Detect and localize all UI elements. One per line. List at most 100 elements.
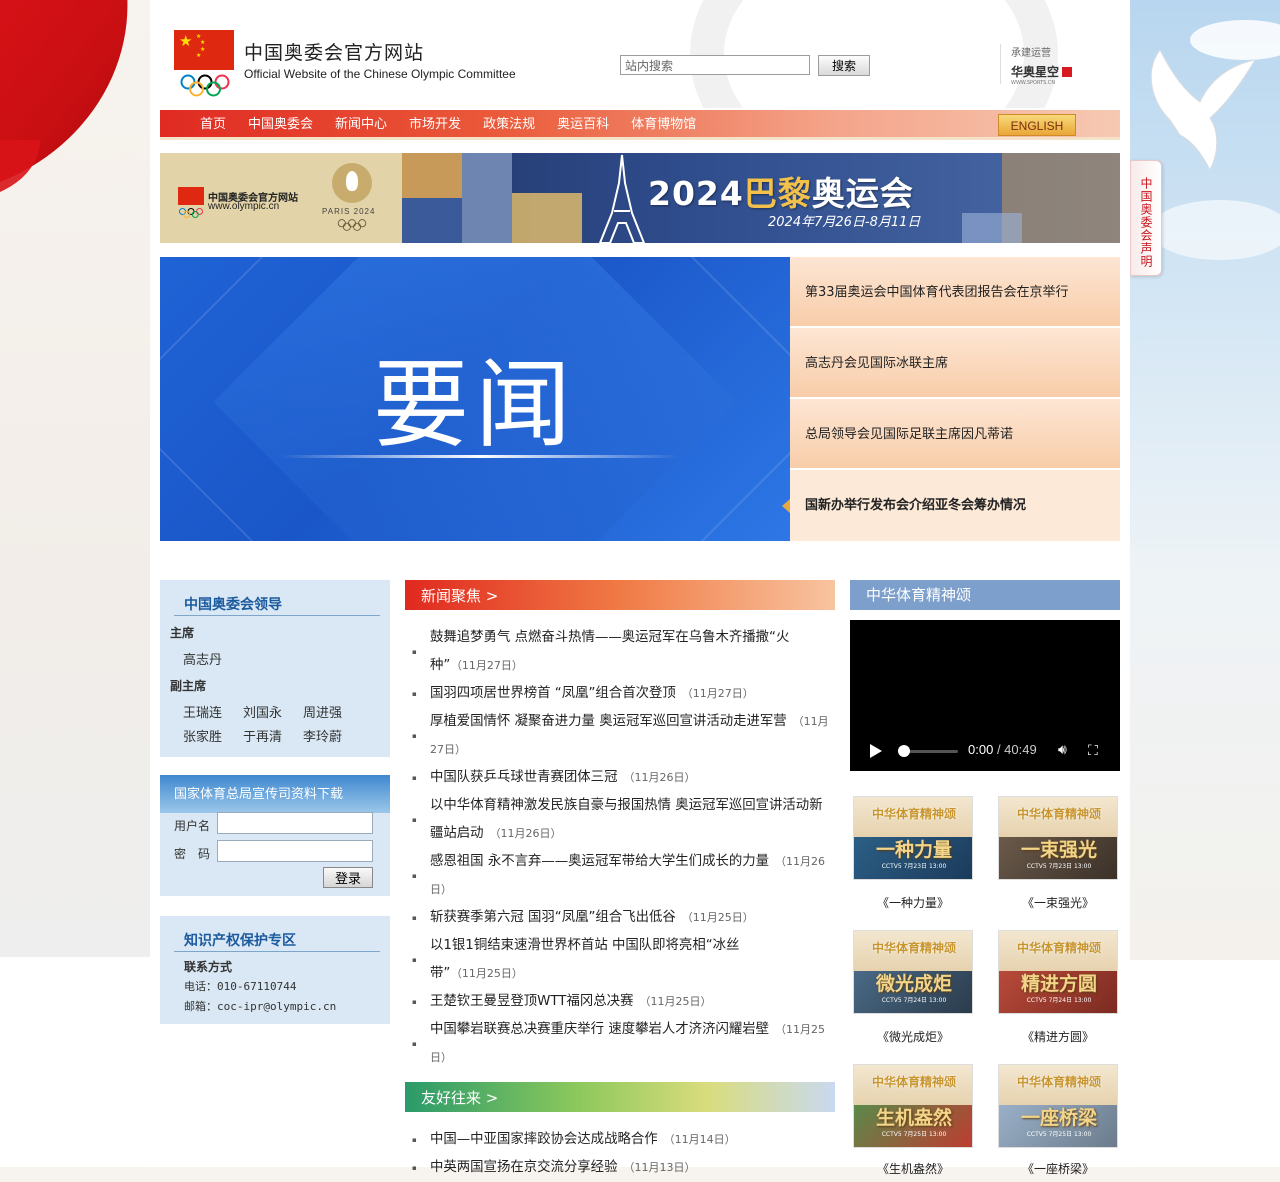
banner-site-url: www.olympic.cn (208, 201, 280, 212)
headline-item[interactable]: 高志丹会见国际冰联主席 (790, 328, 1120, 399)
login-button[interactable]: 登录 (323, 867, 373, 888)
operator-logo[interactable]: 承建运营 华奥星空 WWW.SPORTS.CN (1000, 44, 1111, 86)
coc-statement-tab[interactable]: 中国奥委会声明 (1130, 160, 1162, 276)
paris-banner-title: 2024巴黎奥运会 (648, 174, 914, 213)
nav-item-policy[interactable]: 政策法规 (483, 110, 535, 140)
video-thumbnail[interactable]: 中华体育精神颂 一束强光 CCTV5 7月23日 13:00 (998, 796, 1118, 880)
china-flag-icon (178, 187, 204, 205)
headline-slider: 要闻 第33届奥运会中国体育代表团报告会在京举行 高志丹会见国际冰联主席 总局领… (160, 257, 1120, 541)
friendship-item[interactable]: 中国—中亚国家摔跤协会达成战略合作（11月14日） (412, 1126, 830, 1154)
video-progress-handle[interactable] (898, 745, 910, 757)
video-thumbnail[interactable]: 中华体育精神颂 生机盎然 CCTV5 7月25日 13:00 (853, 1064, 973, 1148)
news-item[interactable]: 感恩祖国 永不言弃——奥运冠军带给大学生们成长的力量（11月26日） (412, 848, 830, 904)
headline-image-text: 要闻 (373, 349, 577, 461)
video-player[interactable]: 0:00 / 40:49 🔊︎ ⛶ (850, 620, 1120, 771)
vice-chair-name[interactable]: 王瑞连 (183, 702, 222, 721)
friendship-item[interactable]: 中英两国宣扬在京交流分享经验（11月13日） (412, 1154, 830, 1182)
video-thumbnail[interactable]: 中华体育精神颂 一种力量 CCTV5 7月23日 13:00 (853, 796, 973, 880)
friendship-list: 中国—中亚国家摔跤协会达成战略合作（11月14日） 中英两国宣扬在京交流分享经验… (412, 1126, 830, 1182)
page-container: ★ ★ ★ ★ ★ 中国奥委会官方网站 Official Website of … (150, 0, 1130, 1182)
operator-brand: 华奥星空 (1011, 65, 1060, 79)
news-item[interactable]: 鼓舞追梦勇气 点燃奋斗热情——奥运冠军在乌鲁木齐播撒“火种”（11月27日） (412, 624, 830, 680)
news-item[interactable]: 斩获赛季第六冠 国羽“凤凰”组合飞出低谷（11月25日） (412, 904, 830, 932)
headline-image[interactable]: 要闻 (160, 257, 790, 541)
contact-email[interactable]: 邮箱：coc-ipr@olympic.cn (184, 998, 336, 1014)
operator-mark-icon (1062, 66, 1073, 77)
ip-protection-box: 知识产权保护专区 联系方式 电话：010-67110744 邮箱：coc-ipr… (160, 916, 390, 1024)
thumbnail-caption[interactable]: 《微光成炬》 (853, 1028, 973, 1045)
search-button[interactable]: 搜索 (818, 55, 870, 76)
nav-item-news[interactable]: 新闻中心 (335, 110, 387, 140)
chair-name[interactable]: 高志丹 (183, 649, 222, 668)
headline-item-active[interactable]: 国新办举行发布会介绍亚冬会筹办情况 (782, 470, 1120, 541)
site-title: 中国奥委会官方网站 (244, 42, 425, 64)
vice-chair-name[interactable]: 周进强 (303, 702, 342, 721)
vice-chair-label: 副主席 (170, 679, 207, 693)
headline-list: 第33届奥运会中国体育代表团报告会在京举行 高志丹会见国际冰联主席 总局领导会见… (782, 257, 1120, 541)
site-header: ★ ★ ★ ★ ★ 中国奥委会官方网站 Official Website of … (150, 0, 1130, 108)
news-item[interactable]: 王楚钦王曼昱登顶WTT福冈总决赛（11月25日） (412, 988, 830, 1016)
news-item[interactable]: 以1银1铜结束速滑世界杯首站 中国队即将亮相“冰丝带”（11月25日） (412, 932, 830, 988)
operator-url: WWW.SPORTS.CN (1011, 80, 1056, 86)
english-button[interactable]: ENGLISH (998, 114, 1076, 136)
thumbnail-caption[interactable]: 《一束强光》 (998, 894, 1118, 911)
main-nav: 首页 中国奥委会 新闻中心 市场开发 政策法规 奥运百科 体育博物馆 ENGLI… (160, 110, 1120, 140)
thumbnail-caption[interactable]: 《一座桥梁》 (998, 1160, 1118, 1177)
paris-2024-banner[interactable]: 中国奥委会官方网站 www.olympic.cn PARIS 2024 2024… (160, 153, 1120, 243)
video-time: 0:00 / 40:49 (968, 742, 1037, 757)
thumbnail-caption[interactable]: 《生机盎然》 (853, 1160, 973, 1177)
paris-flame-icon (332, 163, 372, 203)
site-subtitle: Official Website of the Chinese Olympic … (244, 67, 516, 81)
news-item[interactable]: 厚植爱国情怀 凝聚奋进力量 奥运冠军巡回宣讲活动走进军营（11月27日） (412, 708, 830, 764)
vice-chair-name[interactable]: 于再清 (243, 726, 282, 745)
olympic-rings-icon (337, 219, 367, 231)
vice-chair-name[interactable]: 张家胜 (183, 726, 222, 745)
contact-phone: 电话：010-67110744 (184, 980, 297, 993)
search-input[interactable] (620, 55, 810, 75)
background-right-sky (1130, 0, 1280, 960)
nav-item-coc[interactable]: 中国奥委会 (248, 110, 313, 140)
news-focus-header[interactable]: 新闻聚焦 > (405, 580, 835, 610)
nav-item-home[interactable]: 首页 (200, 110, 226, 140)
vice-chair-name[interactable]: 刘国永 (243, 702, 282, 721)
username-label: 用户名 (174, 819, 211, 833)
headline-item[interactable]: 第33届奥运会中国体育代表团报告会在京举行 (790, 257, 1120, 328)
password-label: 密 码 (174, 847, 211, 861)
volume-icon[interactable]: 🔊︎ (1058, 742, 1067, 758)
sports-spirit-header[interactable]: 中华体育精神颂 (850, 580, 1120, 610)
site-search: 搜索 (620, 55, 870, 76)
eiffel-tower-icon (598, 154, 646, 243)
news-item[interactable]: 以中华体育精神激发民族自豪与报国热情 奥运冠军巡回宣讲活动新疆站启动（11月26… (412, 792, 830, 848)
china-flag-icon: ★ ★ ★ ★ ★ (174, 30, 234, 70)
olympic-rings-icon (180, 74, 230, 97)
password-input[interactable] (217, 840, 373, 862)
nav-item-encyclopedia[interactable]: 奥运百科 (557, 110, 609, 140)
thumbnail-caption[interactable]: 《精进方圆》 (998, 1028, 1118, 1045)
nav-item-marketing[interactable]: 市场开发 (409, 110, 461, 140)
paris-2024-label: PARIS 2024 (322, 207, 376, 216)
username-input[interactable] (217, 812, 373, 834)
contact-label: 联系方式 (184, 960, 233, 974)
news-focus-list: 鼓舞追梦勇气 点燃奋斗热情——奥运冠军在乌鲁木齐播撒“火种”（11月27日） 国… (412, 624, 830, 1072)
play-icon[interactable] (870, 744, 882, 758)
olympic-rings-icon (179, 208, 203, 218)
thumbnail-caption[interactable]: 《一种力量》 (853, 894, 973, 911)
paris-banner-dates: 2024年7月26日-8月11日 (768, 215, 921, 230)
headline-item[interactable]: 总局领导会见国际足联主席因凡蒂诺 (790, 399, 1120, 470)
vice-chair-name[interactable]: 李玲蔚 (303, 726, 342, 745)
video-thumbnail[interactable]: 中华体育精神颂 一座桥梁 CCTV5 7月25日 13:00 (998, 1064, 1118, 1148)
leaders-box: 中国奥委会领导 主席 高志丹 副主席 王瑞连 刘国永 周进强 张家胜 于再清 李… (160, 580, 390, 757)
ip-protection-title[interactable]: 知识产权保护专区 (174, 930, 380, 952)
chair-label: 主席 (170, 626, 195, 640)
news-item[interactable]: 国羽四项居世界榜首 “凤凰”组合首次登顶（11月27日） (412, 680, 830, 708)
news-item[interactable]: 中国攀岩联赛总决赛重庆举行 速度攀岩人才济济闪耀岩壁（11月25日） (412, 1016, 830, 1072)
background-left-flag (0, 0, 150, 960)
friendship-header[interactable]: 友好往来 > (405, 1082, 835, 1112)
operator-label: 承建运营 (1011, 48, 1051, 59)
fullscreen-icon[interactable]: ⛶ (1088, 743, 1098, 759)
video-thumbnail[interactable]: 中华体育精神颂 微光成炬 CCTV5 7月24日 13:00 (853, 930, 973, 1014)
video-thumbnail[interactable]: 中华体育精神颂 精进方圆 CCTV5 7月24日 13:00 (998, 930, 1118, 1014)
nav-item-museum[interactable]: 体育博物馆 (631, 110, 696, 140)
news-item[interactable]: 中国队获乒乓球世青赛团体三冠（11月26日） (412, 764, 830, 792)
download-login-box: 国家体育总局宣传司资料下载 用户名 密 码 登录 (160, 775, 390, 896)
